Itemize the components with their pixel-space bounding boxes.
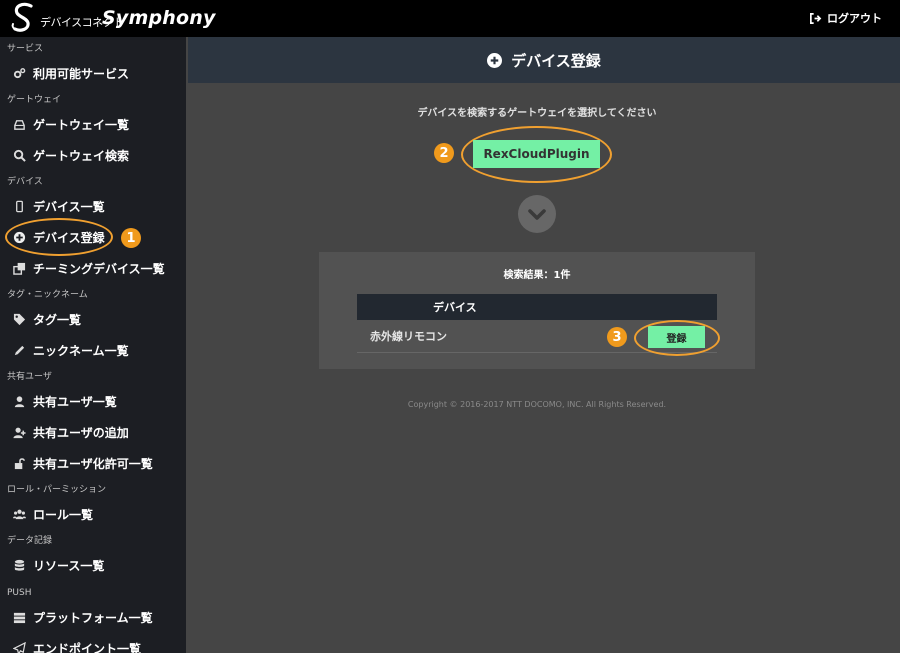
sidebar-item-label: 共有ユーザの追加 [33,425,129,440]
sign-out-icon [810,12,822,24]
table-row: 赤外線リモコン 登録 [357,320,717,353]
sidebar-item-services[interactable]: 利用可能サービス [0,60,186,86]
tag-icon [12,312,26,326]
sidebar-item-label: ロール一覧 [33,507,94,522]
sidebar-item-shared-user-permit-list[interactable]: 共有ユーザ化許可一覧 [0,450,186,476]
pencil-icon [12,343,26,357]
user-plus-icon [12,425,26,439]
server-icon [12,610,26,624]
gateway-select-button[interactable]: RexCloudPlugin [473,140,600,168]
plus-circle-icon [12,230,26,244]
users-icon [12,507,26,521]
user-icon [12,394,26,408]
sidebar-section-title: サービス [7,44,44,54]
sidebar-item-device-list[interactable]: デバイス一覧 [0,193,186,219]
sidebar-item-label: チーミングデバイス一覧 [33,261,165,276]
gateway-prompt: デバイスを検索するゲートウェイを選択してください [417,108,657,119]
sidebar-item-label: ゲートウェイ一覧 [33,117,130,132]
sidebar-item-label: ゲートウェイ検索 [33,148,130,163]
sidebar-item-label: 共有ユーザ一覧 [33,394,117,409]
plus-circle-icon [487,52,503,68]
logout-button[interactable]: ログアウト [809,10,882,26]
sidebar-item-shared-user-add[interactable]: 共有ユーザの追加 [0,419,186,445]
sidebar-item-platform-list[interactable]: プラットフォーム一覧 [0,604,186,630]
sidebar-item-endpoint-list[interactable]: エンドポイント一覧 [0,635,186,653]
symphony-logo-icon [11,2,33,32]
sidebar-section-title: デバイス [7,177,43,187]
sidebar-item-device-register[interactable]: デバイス登録 [0,224,186,250]
database-icon [12,558,26,572]
sidebar-item-resource-list[interactable]: リソース一覧 [0,552,186,578]
sidebar-item-teaming-device-list[interactable]: チーミングデバイス一覧 [0,255,186,281]
search-results-panel: 検索結果：1件 デバイス 赤外線リモコン 登録 [319,252,755,369]
sidebar-item-nickname-list[interactable]: ニックネーム一覧 [0,337,186,363]
page-title: デバイス登録 [188,37,900,83]
page-title-text: デバイス登録 [511,51,601,70]
cogs-icon [12,66,26,80]
brand-en: Symphony [102,7,216,29]
sidebar-item-label: タグ一覧 [33,312,82,327]
sidebar: サービス 利用可能サービス ゲートウェイ ゲートウェイ一覧 ゲートウェイ検索 デ… [0,37,186,653]
sidebar-item-label: 共有ユーザ化許可一覧 [33,456,153,471]
hdd-icon [12,117,26,131]
results-count: 検索結果：1件 [503,270,571,281]
sidebar-item-shared-user-list[interactable]: 共有ユーザ一覧 [0,388,186,414]
sidebar-item-label: デバイス一覧 [33,199,105,214]
table-header: デバイス [357,294,717,320]
column-header-device: デバイス [433,301,477,314]
copyright: Copyright © 2016-2017 NTT DOCOMO, INC. A… [407,400,667,409]
sidebar-item-gateway-search[interactable]: ゲートウェイ検索 [0,142,186,168]
logout-label: ログアウト [827,12,882,25]
search-icon [12,148,26,162]
sidebar-item-tag-list[interactable]: タグ一覧 [0,306,186,332]
sidebar-section-title: タグ・ニックネーム [7,290,88,300]
register-button[interactable]: 登録 [648,326,705,348]
sidebar-item-label: リソース一覧 [33,558,105,573]
paper-plane-icon [12,641,26,653]
clone-icon [12,261,26,275]
sidebar-section-title: PUSH [7,588,32,598]
sidebar-item-label: ニックネーム一覧 [33,343,129,358]
sidebar-item-role-list[interactable]: ロール一覧 [0,501,186,527]
sidebar-item-label: デバイス登録 [33,230,105,245]
device-name: 赤外線リモコン [370,330,447,343]
sidebar-item-label: プラットフォーム一覧 [33,610,153,625]
step-badge: 1 [121,228,141,248]
sidebar-item-gateway-list[interactable]: ゲートウェイ一覧 [0,111,186,137]
chevron-down-icon [518,195,556,233]
unlock-icon [12,456,26,470]
step-badge: 3 [607,327,627,347]
sidebar-section-title: データ記録 [7,536,53,546]
mobile-icon [12,199,26,213]
sidebar-section-title: 共有ユーザ [7,372,52,382]
top-bar: デバイスコネクト Symphony ログアウト [0,0,900,37]
step-badge: 2 [434,143,454,163]
sidebar-section-title: ロール・パーミッション [7,485,107,495]
sidebar-item-label: 利用可能サービス [33,66,130,81]
sidebar-section-title: ゲートウェイ [7,95,62,105]
sidebar-item-label: エンドポイント一覧 [33,641,142,653]
